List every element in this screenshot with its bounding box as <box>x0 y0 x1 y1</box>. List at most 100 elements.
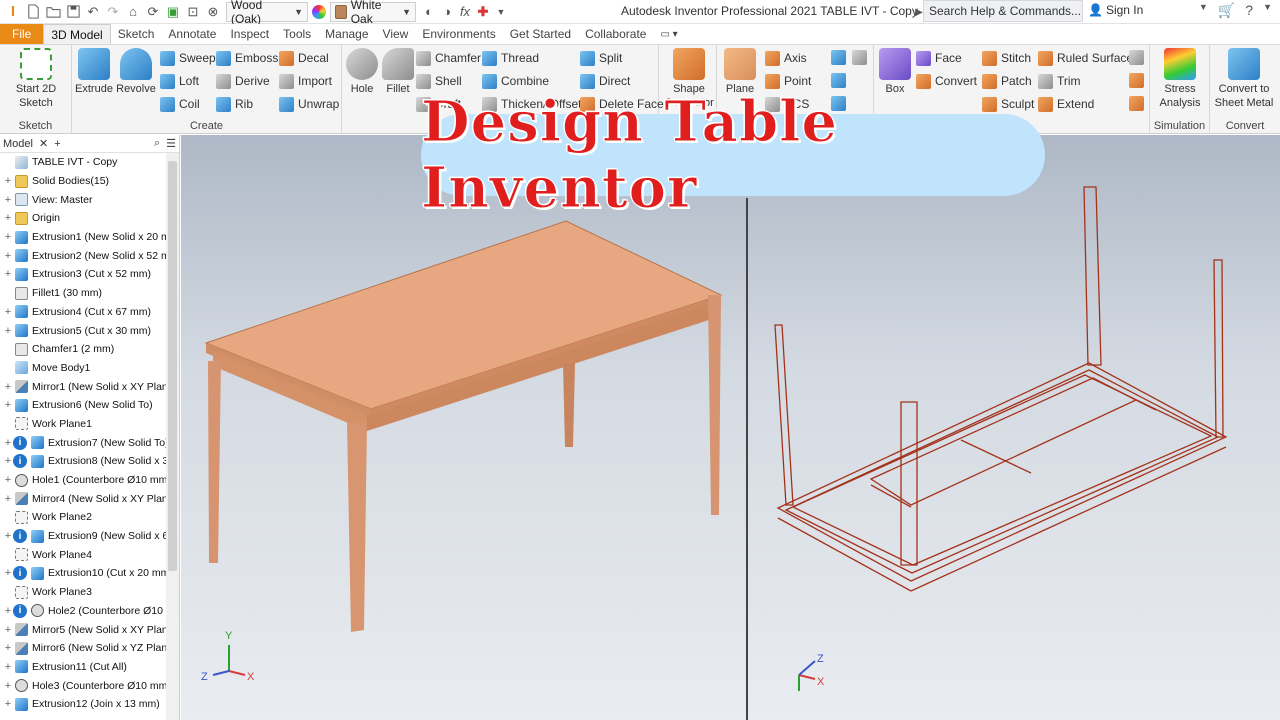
expand-toggle-icon[interactable]: + <box>3 231 13 243</box>
expand-toggle-icon[interactable]: + <box>3 437 13 449</box>
tree-item[interactable]: + Mirror1 (New Solid x XY Plane) <box>0 377 166 396</box>
tab-annotate[interactable]: Annotate <box>161 24 223 44</box>
tree-item[interactable]: + Extrusion11 (Cut All) <box>0 658 166 677</box>
appearance-ball-icon[interactable] <box>312 4 326 19</box>
home-icon[interactable]: ⌂ <box>124 3 142 21</box>
tree-item[interactable]: +i Extrusion8 (New Solid x 36 mm) <box>0 452 166 471</box>
stress-analysis-button[interactable]: Stress Analysis <box>1154 48 1206 110</box>
new-file-icon[interactable] <box>24 3 42 21</box>
menu-icon[interactable]: ☰ <box>166 137 176 150</box>
shell-button[interactable]: Shell <box>416 72 462 90</box>
surface-tool-icon[interactable] <box>1129 73 1144 88</box>
customize-qat-icon[interactable]: ▼ <box>492 3 510 21</box>
loft-button[interactable]: Loft <box>160 72 199 90</box>
tree-item[interactable]: Chamfer1 (2 mm) <box>0 340 166 359</box>
appearance-dropdown[interactable]: White Oak ▼ <box>330 0 416 26</box>
tree-item[interactable]: Work Plane1 <box>0 415 166 434</box>
surface-tool-icon[interactable] <box>1129 96 1144 111</box>
expand-toggle-icon[interactable]: + <box>3 175 13 187</box>
start-sketch-button[interactable]: Start 2D Sketch <box>6 48 66 110</box>
tab-sketch[interactable]: Sketch <box>111 24 162 44</box>
face-button[interactable]: Face <box>916 49 962 67</box>
tree-item[interactable]: +i Hole2 (Counterbore Ø10 mm x 12 mm) <box>0 602 166 621</box>
tree-item[interactable]: + Extrusion4 (Cut x 67 mm) <box>0 303 166 322</box>
info-icon[interactable]: i <box>13 529 27 544</box>
tree-item[interactable]: Work Plane3 <box>0 583 166 602</box>
tree-item[interactable]: + Mirror6 (New Solid x YZ Plane) <box>0 639 166 658</box>
undo-icon[interactable]: ↶ <box>84 3 102 21</box>
info-icon[interactable]: i <box>13 566 27 581</box>
tree-item[interactable]: + i Extrusion10 (Cut x 20 mm) <box>0 564 166 583</box>
tab-environments[interactable]: Environments <box>415 24 502 44</box>
tree-item[interactable]: + Solid Bodies(15) <box>0 172 166 191</box>
fx-parameters-icon[interactable]: fx <box>456 3 474 21</box>
rib-button[interactable]: Rib <box>216 95 253 113</box>
tab-3d-model[interactable]: 3D Model <box>43 24 111 44</box>
expand-toggle-icon[interactable]: + <box>3 661 13 673</box>
tree-item[interactable]: + Extrusion6 (New Solid To) <box>0 396 166 415</box>
chamfer-button[interactable]: Chamfer <box>416 49 481 67</box>
tree-item[interactable]: +i Extrusion9 (New Solid x 64 mm) <box>0 527 166 546</box>
wireframe-table-model[interactable] <box>774 186 1228 592</box>
convert-sheet-metal-button[interactable]: Convert to Sheet Metal <box>1212 48 1276 110</box>
tab-tools[interactable]: Tools <box>276 24 318 44</box>
tab-collaborate[interactable]: Collaborate <box>578 24 653 44</box>
tree-item[interactable]: + Extrusion2 (New Solid x 52 mm) <box>0 246 166 265</box>
info-icon[interactable]: i <box>13 435 27 450</box>
tree-item[interactable]: + Extrusion5 (Cut x 30 mm) <box>0 321 166 340</box>
expand-toggle-icon[interactable]: + <box>3 698 13 710</box>
tab-inspect[interactable]: Inspect <box>223 24 276 44</box>
tree-item[interactable]: Work Plane4 <box>0 545 166 564</box>
no-override-icon[interactable]: ⊗ <box>204 3 222 21</box>
tree-item[interactable]: + Mirror4 (New Solid x XY Plane) <box>0 489 166 508</box>
browser-tab-model[interactable]: Model <box>3 138 33 150</box>
open-folder-icon[interactable] <box>44 3 62 21</box>
tree-item[interactable]: + Extrusion12 (Join x 13 mm) <box>0 695 166 714</box>
help-icon[interactable]: ? <box>1245 2 1253 19</box>
expand-toggle-icon[interactable]: + <box>3 605 13 617</box>
stitch-button[interactable]: Stitch <box>982 49 1031 67</box>
update-icon[interactable]: ⟳ <box>144 3 162 21</box>
expand-toggle-icon[interactable]: + <box>3 212 13 224</box>
graphics-viewport[interactable]: Y X Z X Z <box>181 135 1280 720</box>
add-tab-icon[interactable]: + <box>54 138 60 150</box>
expand-toggle-icon[interactable]: + <box>3 325 13 337</box>
ruled-surface-button[interactable]: Ruled Surface <box>1038 49 1133 67</box>
pattern-circ-icon[interactable] <box>831 73 846 88</box>
add-icon[interactable]: ✚ <box>474 3 492 21</box>
tree-item[interactable]: Fillet1 (30 mm) <box>0 284 166 303</box>
convert-button[interactable]: Convert <box>916 72 977 90</box>
tree-item[interactable]: Work Plane2 <box>0 508 166 527</box>
mirror-tool-icon[interactable] <box>852 50 867 65</box>
decal-button[interactable]: Decal <box>279 49 329 67</box>
sign-in-button[interactable]: 👤 Sign In <box>1088 3 1143 17</box>
tab-manage[interactable]: Manage <box>318 24 375 44</box>
clear-appearance-icon[interactable]: ◐ <box>420 3 438 21</box>
hole-button[interactable]: Hole <box>344 48 380 96</box>
tree-item[interactable]: + i Extrusion7 (New Solid To) <box>0 433 166 452</box>
material-dropdown[interactable]: Wood (Oak) ▼ <box>226 0 308 26</box>
tree-item[interactable]: + Extrusion3 (Cut x 52 mm) <box>0 265 166 284</box>
chevron-down-icon[interactable]: ▼ <box>1263 2 1272 19</box>
shaded-table-model[interactable] <box>204 220 723 632</box>
tree-item[interactable]: + Hole1 (Counterbore Ø10 mm x 12 mm) <box>0 471 166 490</box>
expand-toggle-icon[interactable]: + <box>3 642 13 654</box>
expand-toggle-icon[interactable]: + <box>3 474 13 486</box>
tree-item[interactable]: + Hole3 (Counterbore Ø10 mm x 30 mm) <box>0 676 166 695</box>
coil-button[interactable]: Coil <box>160 95 200 113</box>
tree-item[interactable]: + Mirror5 (New Solid x XY Plane) <box>0 620 166 639</box>
patch-button[interactable]: Patch <box>982 72 1032 90</box>
expand-toggle-icon[interactable]: + <box>3 194 13 206</box>
tree-item[interactable]: + View: Master <box>0 190 166 209</box>
tab-view[interactable]: View <box>376 24 416 44</box>
surface-tool-icon[interactable] <box>1129 50 1144 65</box>
expand-toggle-icon[interactable]: + <box>3 680 13 692</box>
fillet-button[interactable]: Fillet <box>380 48 416 96</box>
scrollbar-thumb[interactable] <box>168 161 177 571</box>
search-input[interactable]: Search Help & Commands... <box>923 0 1083 22</box>
measure-icon[interactable]: ⊡ <box>184 3 202 21</box>
extend-button[interactable]: Extend <box>1038 95 1094 113</box>
expand-toggle-icon[interactable]: + <box>3 268 13 280</box>
search-icon[interactable]: ⌕ <box>154 137 160 150</box>
unwrap-button[interactable]: Unwrap <box>279 95 339 113</box>
